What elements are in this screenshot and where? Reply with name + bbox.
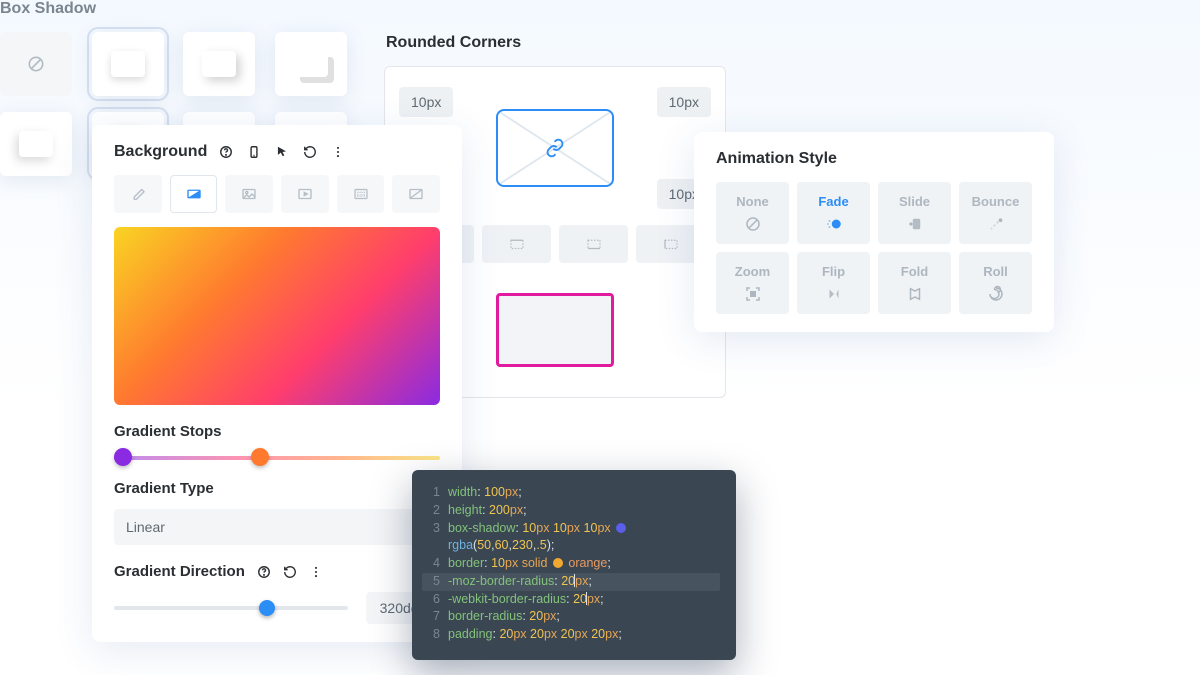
animation-bounce[interactable]: Bounce bbox=[959, 182, 1032, 244]
animation-slide[interactable]: Slide bbox=[878, 182, 951, 244]
background-panel: Background Gradient Stops Gradient Type … bbox=[92, 125, 462, 642]
css-code-panel[interactable]: 1width: 100px;2height: 200px;3box-shadow… bbox=[412, 470, 736, 660]
rounded-corners-title: Rounded Corners bbox=[386, 34, 726, 52]
animation-style-title: Animation Style bbox=[716, 150, 1032, 168]
code-line: 1width: 100px; bbox=[422, 484, 720, 502]
bounce-icon bbox=[987, 215, 1005, 233]
gradient-stop-1[interactable] bbox=[114, 448, 132, 466]
gradient-direction-slider[interactable] bbox=[114, 606, 348, 610]
help-icon[interactable] bbox=[219, 145, 233, 159]
code-line: 4border: 10px solid orange; bbox=[422, 555, 720, 573]
background-title: Background bbox=[114, 143, 440, 161]
preview-box bbox=[496, 293, 614, 367]
code-line: 3box-shadow: 10px 10px 10px bbox=[422, 520, 720, 538]
gradient-stops-label: Gradient Stops bbox=[114, 423, 440, 440]
animation-fold[interactable]: Fold bbox=[878, 252, 951, 314]
more-icon[interactable] bbox=[331, 145, 345, 159]
background-title-text: Background bbox=[114, 143, 207, 161]
bg-tab-mask[interactable] bbox=[392, 175, 440, 213]
fold-icon bbox=[906, 285, 924, 303]
shadow-preset-3[interactable] bbox=[275, 32, 347, 96]
code-line: 2height: 200px; bbox=[422, 502, 720, 520]
link-icon bbox=[545, 138, 565, 158]
none-icon bbox=[744, 215, 762, 233]
animation-grid: None Fade Slide Bounce Zoom Flip Fold Ro… bbox=[716, 182, 1032, 314]
animation-style-panel: Animation Style None Fade Slide Bounce Z… bbox=[694, 132, 1054, 332]
help-icon[interactable] bbox=[257, 565, 271, 579]
corner-link-preview[interactable] bbox=[496, 109, 614, 187]
gradient-direction-row: 320deg bbox=[114, 592, 440, 624]
background-tabs bbox=[114, 175, 440, 213]
mobile-icon[interactable] bbox=[247, 145, 261, 159]
corner-top-left-input[interactable]: 10px bbox=[399, 87, 453, 117]
reset-icon[interactable] bbox=[303, 145, 317, 159]
code-line: rgba(50,60,230,.5); bbox=[422, 537, 720, 555]
more-icon[interactable] bbox=[309, 565, 323, 579]
bg-tab-image[interactable] bbox=[225, 175, 273, 213]
roll-icon bbox=[987, 285, 1005, 303]
strip-option-2[interactable] bbox=[482, 225, 551, 263]
animation-none[interactable]: None bbox=[716, 182, 789, 244]
gradient-preview bbox=[114, 227, 440, 405]
code-line: 7border-radius: 20px; bbox=[422, 608, 720, 626]
fade-icon bbox=[825, 215, 843, 233]
cursor-icon[interactable] bbox=[275, 145, 289, 159]
shadow-preset-2[interactable] bbox=[183, 32, 255, 96]
box-shadow-title: Box Shadow bbox=[0, 0, 350, 18]
flip-icon bbox=[825, 285, 843, 303]
shadow-none[interactable] bbox=[0, 32, 72, 96]
bg-tab-gradient[interactable] bbox=[170, 175, 218, 213]
corner-top-right-input[interactable]: 10px bbox=[657, 87, 711, 117]
animation-zoom[interactable]: Zoom bbox=[716, 252, 789, 314]
bg-tab-video[interactable] bbox=[281, 175, 329, 213]
bg-tab-color[interactable] bbox=[114, 175, 162, 213]
zoom-icon bbox=[744, 285, 762, 303]
gradient-direction-label: Gradient Direction bbox=[114, 563, 440, 580]
animation-roll[interactable]: Roll bbox=[959, 252, 1032, 314]
gradient-stop-2[interactable] bbox=[251, 448, 269, 466]
reset-icon[interactable] bbox=[283, 565, 297, 579]
animation-fade[interactable]: Fade bbox=[797, 182, 870, 244]
code-line: 5-moz-border-radius: 20px; bbox=[422, 573, 720, 591]
code-line: 6-webkit-border-radius: 20px; bbox=[422, 591, 720, 609]
bg-tab-pattern[interactable] bbox=[337, 175, 385, 213]
gradient-type-select[interactable]: Linear bbox=[114, 509, 440, 545]
strip-option-3[interactable] bbox=[559, 225, 628, 263]
gradient-stops-track[interactable] bbox=[114, 452, 440, 462]
shadow-preset-1[interactable] bbox=[92, 32, 164, 96]
slide-icon bbox=[906, 215, 924, 233]
code-line: 8padding: 20px 20px 20px 20px; bbox=[422, 626, 720, 644]
animation-flip[interactable]: Flip bbox=[797, 252, 870, 314]
gradient-direction-label-text: Gradient Direction bbox=[114, 563, 245, 580]
shadow-preset-4[interactable] bbox=[0, 112, 72, 176]
slider-thumb[interactable] bbox=[259, 600, 275, 616]
gradient-type-label: Gradient Type bbox=[114, 480, 440, 497]
